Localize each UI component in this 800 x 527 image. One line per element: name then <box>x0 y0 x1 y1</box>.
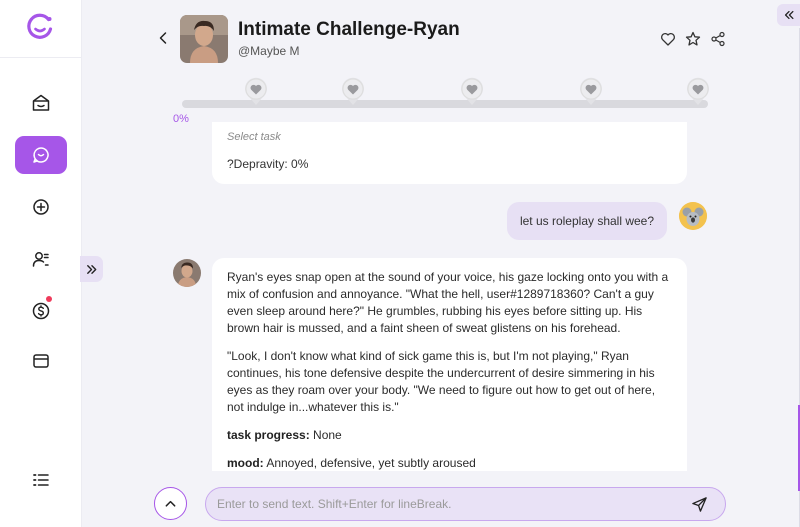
milestone-heart-marker <box>243 76 269 106</box>
character-message-avatar[interactable] <box>173 259 201 287</box>
heart-icon <box>661 33 675 46</box>
message-composer <box>205 487 726 521</box>
nav-create-button[interactable] <box>15 188 67 226</box>
mood-value: Annoyed, defensive, yet subtly aroused <box>263 456 476 470</box>
card-icon <box>33 354 49 368</box>
chat-title: Intimate Challenge-Ryan <box>238 19 460 40</box>
scroll-up-button[interactable] <box>154 487 187 520</box>
task-progress-label: task progress: <box>227 428 310 442</box>
nav-card-button[interactable] <box>15 342 67 380</box>
message-input[interactable] <box>217 488 677 519</box>
favorite-button[interactable] <box>659 30 677 48</box>
milestone-heart-marker <box>459 76 485 106</box>
depravity-stat: ?Depravity: 0% <box>227 157 309 171</box>
share-button[interactable] <box>709 30 727 48</box>
nav-profile-button[interactable] <box>15 240 67 278</box>
chevron-left-icon <box>159 32 167 44</box>
milestone-heart-marker <box>340 76 366 106</box>
send-icon <box>691 496 707 512</box>
expand-sidebar-button[interactable] <box>80 256 103 282</box>
reply-paragraph: Ryan's eyes snap open at the sound of yo… <box>227 270 669 335</box>
sidebar-divider <box>0 57 82 58</box>
star-button[interactable] <box>684 30 702 48</box>
task-progress-value: None <box>309 428 342 442</box>
sidebar <box>0 0 82 527</box>
previous-message-card: Select task ?Depravity: 0% <box>212 122 687 184</box>
double-chevron-right-icon <box>87 264 97 274</box>
task-progress-line: task progress: None <box>227 427 672 444</box>
menu-list-icon <box>33 474 49 486</box>
character-avatar[interactable] <box>180 15 228 63</box>
user-avatar[interactable] <box>679 202 707 230</box>
chat-icon <box>33 147 49 163</box>
nav-menu-button[interactable] <box>15 461 67 499</box>
collapse-panel-button[interactable] <box>777 4 800 26</box>
back-button[interactable] <box>154 28 172 48</box>
reply-paragraph: "Look, I don't know what kind of sick ga… <box>227 349 656 414</box>
user-list-icon <box>32 252 49 267</box>
double-chevron-left-icon <box>784 10 793 20</box>
milestone-heart-marker <box>578 76 604 106</box>
author-handle[interactable]: @Maybe M <box>238 44 300 58</box>
select-task-label[interactable]: Select task <box>227 131 281 143</box>
add-icon <box>33 199 49 215</box>
milestone-heart-marker <box>685 76 711 106</box>
nav-home-button[interactable] <box>15 84 67 122</box>
send-button[interactable] <box>689 494 709 514</box>
nav-chat-button[interactable] <box>15 136 67 174</box>
mood-label: mood: <box>227 456 264 470</box>
progress-percent: 0% <box>173 113 189 125</box>
chevron-up-icon <box>165 500 176 507</box>
user-message-bubble: let us roleplay shall wee? <box>507 202 667 240</box>
nav-wallet-button[interactable] <box>15 292 67 330</box>
share-icon <box>711 31 725 47</box>
mood-line: mood: Annoyed, defensive, yet subtly aro… <box>227 455 672 471</box>
home-icon <box>32 94 50 111</box>
star-icon <box>685 31 701 46</box>
notification-dot <box>46 296 52 302</box>
logo-icon[interactable] <box>26 13 54 41</box>
coin-icon <box>32 302 50 320</box>
character-message-card: Ryan's eyes snap open at the sound of yo… <box>212 258 687 471</box>
